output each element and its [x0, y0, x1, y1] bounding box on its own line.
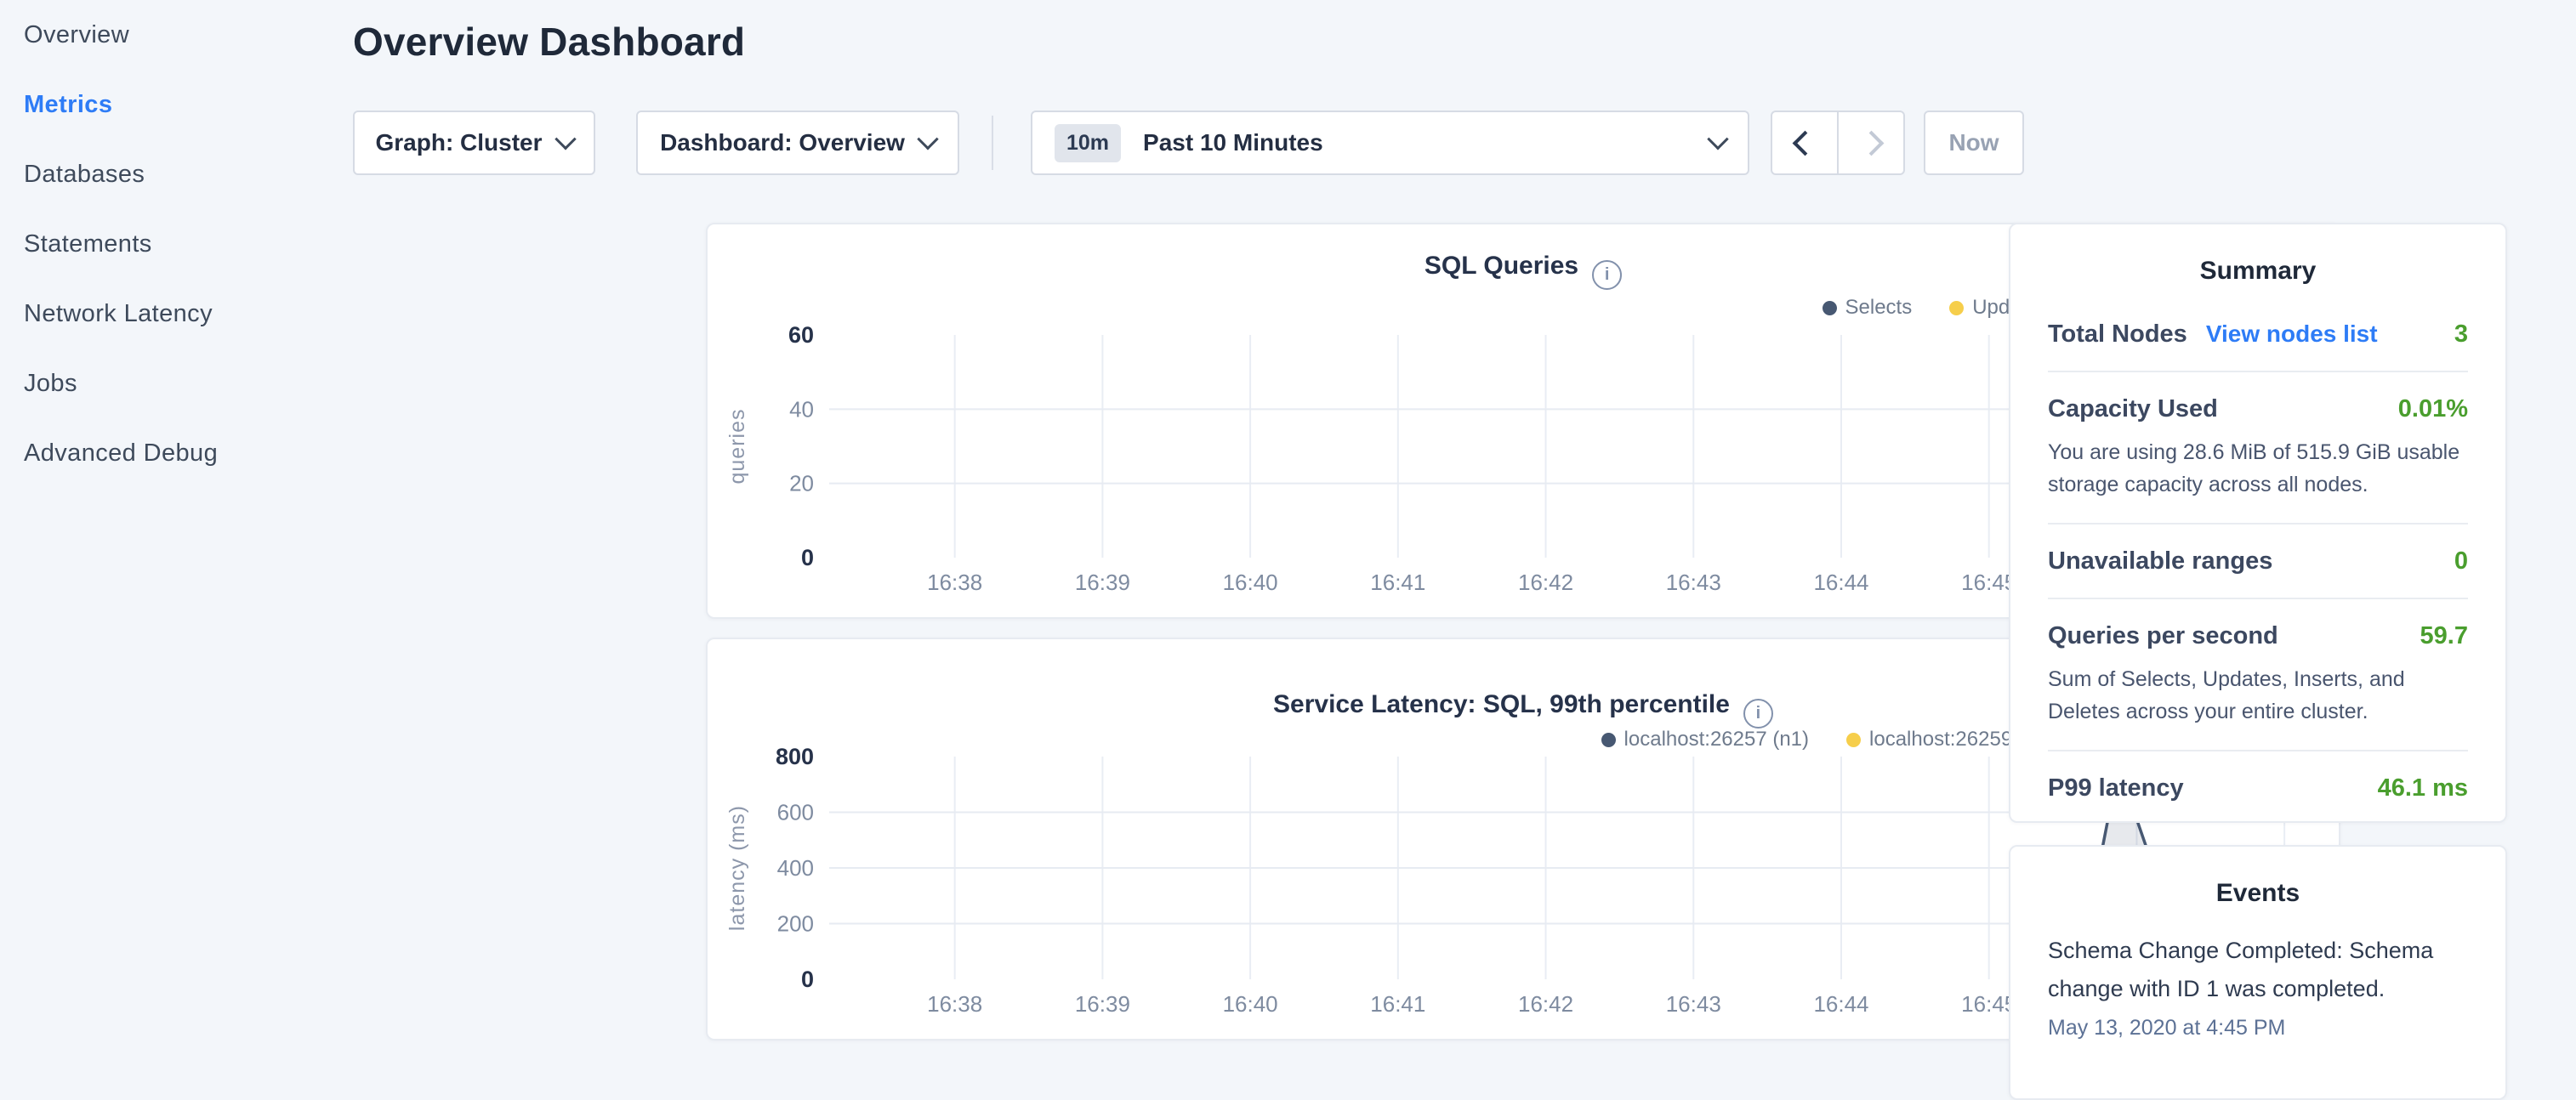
- summary-row: P99 latency 46.1 ms: [2048, 751, 2468, 825]
- legend-dot-icon: [1846, 733, 1861, 747]
- svg-text:16:39: 16:39: [1075, 991, 1130, 1017]
- events-panel: Events Schema Change Completed: Schema c…: [2009, 845, 2507, 1100]
- graph-dropdown-label: Graph: Cluster: [375, 129, 542, 156]
- svg-text:16:44: 16:44: [1813, 991, 1868, 1017]
- sidebar-item-databases[interactable]: Databases: [0, 139, 353, 209]
- legend-dot-icon: [1823, 301, 1837, 315]
- legend-dot-icon: [1949, 301, 1964, 315]
- chart-title-text: Service Latency: SQL, 99th percentile: [1273, 690, 1730, 718]
- svg-text:60: 60: [788, 322, 814, 348]
- svg-text:16:42: 16:42: [1518, 570, 1573, 595]
- summary-row: Unavailable ranges 0: [2048, 524, 2468, 599]
- svg-text:40: 40: [789, 396, 814, 422]
- legend-dot-icon: [1601, 733, 1616, 747]
- summary-row-label: Unavailable ranges: [2048, 547, 2272, 576]
- svg-text:16:42: 16:42: [1518, 991, 1573, 1017]
- summary-row-head: Capacity Used 0.01%: [2048, 395, 2468, 423]
- summary-row-value: 0.01%: [2398, 395, 2468, 423]
- info-icon[interactable]: i: [1743, 699, 1773, 729]
- sidebar: OverviewMetricsDatabasesStatementsNetwor…: [0, 0, 353, 488]
- controls-bar: Graph: Cluster Dashboard: Overview 10m P…: [353, 111, 2024, 175]
- sidebar-item-metrics[interactable]: Metrics: [0, 70, 353, 139]
- summary-row-value: 0: [2454, 547, 2468, 576]
- dashboard-dropdown-label: Dashboard: Overview: [660, 129, 905, 156]
- controls-divider: [992, 116, 993, 170]
- graph-dropdown[interactable]: Graph: Cluster: [353, 111, 595, 175]
- page-title: Overview Dashboard: [353, 19, 1987, 65]
- info-icon[interactable]: i: [1592, 260, 1622, 290]
- legend-item[interactable]: Selects: [1823, 296, 1913, 320]
- event-timestamp: May 13, 2020 at 4:45 PM: [2048, 1016, 2468, 1040]
- summary-row-head: Queries per second 59.7: [2048, 622, 2468, 650]
- svg-text:queries: queries: [725, 409, 749, 485]
- chart-title-text: SQL Queries: [1424, 252, 1578, 280]
- svg-text:16:40: 16:40: [1223, 570, 1278, 595]
- legend-item-label: Selects: [1845, 296, 1913, 320]
- svg-text:400: 400: [777, 855, 814, 881]
- time-range-dropdown[interactable]: 10m Past 10 Minutes: [1031, 111, 1749, 175]
- summary-title: Summary: [2010, 257, 2505, 286]
- svg-text:0: 0: [801, 967, 814, 992]
- summary-row: Queries per second 59.7 Sum of Selects, Up…: [2048, 599, 2468, 751]
- chevron-down-icon: [917, 128, 938, 150]
- dashboard-dropdown[interactable]: Dashboard: Overview: [636, 111, 959, 175]
- svg-text:16:38: 16:38: [927, 991, 982, 1017]
- summary-row-head: P99 latency 46.1 ms: [2048, 774, 2468, 802]
- sidebar-item-overview[interactable]: Overview: [0, 0, 353, 70]
- view-nodes-link[interactable]: View nodes list: [2206, 320, 2378, 348]
- svg-text:16:39: 16:39: [1075, 570, 1130, 595]
- summary-rows: Total Nodes View nodes list 3 Capacity Used…: [2010, 298, 2505, 825]
- legend-item-label: localhost:26257 (n1): [1624, 728, 1809, 751]
- svg-text:0: 0: [801, 545, 814, 570]
- summary-row-label: Capacity Used: [2048, 395, 2218, 423]
- svg-text:16:40: 16:40: [1223, 991, 1278, 1017]
- sidebar-item-jobs[interactable]: Jobs: [0, 349, 353, 418]
- sidebar-item-advanced-debug[interactable]: Advanced Debug: [0, 418, 353, 488]
- summary-row-value: 46.1 ms: [2378, 774, 2468, 802]
- sidebar-item-network-latency[interactable]: Network Latency: [0, 279, 353, 349]
- summary-row-head: Total Nodes View nodes list 3: [2048, 320, 2468, 349]
- svg-text:16:38: 16:38: [927, 570, 982, 595]
- time-range-badge: 10m: [1055, 124, 1121, 162]
- chevron-left-icon: [1792, 130, 1817, 156]
- summary-row-desc: You are using 28.6 MiB of 515.9 GiB usab…: [2048, 437, 2468, 501]
- summary-row-label: Queries per second: [2048, 622, 2278, 650]
- time-step-buttons: [1771, 111, 1905, 175]
- time-step-forward-button[interactable]: [1837, 112, 1903, 173]
- summary-row-label: Total Nodes: [2048, 320, 2187, 349]
- svg-text:200: 200: [777, 911, 814, 937]
- summary-row: Capacity Used 0.01% You are using 28.6 MiB…: [2048, 372, 2468, 524]
- summary-panel: Summary Total Nodes View nodes list 3 Capac…: [2009, 223, 2507, 823]
- svg-text:16:43: 16:43: [1666, 991, 1721, 1017]
- legend-item[interactable]: localhost:26257 (n1): [1601, 728, 1809, 751]
- chevron-down-icon: [554, 128, 576, 150]
- summary-row-desc: Sum of Selects, Updates, Inserts, and De…: [2048, 664, 2468, 728]
- time-range-label: Past 10 Minutes: [1143, 129, 1323, 156]
- svg-text:16:44: 16:44: [1813, 570, 1868, 595]
- chevron-right-icon: [1858, 130, 1884, 156]
- events-title: Events: [2010, 879, 2505, 908]
- svg-text:800: 800: [776, 744, 814, 769]
- svg-text:16:41: 16:41: [1370, 991, 1425, 1017]
- events-list: Schema Change Completed: Schema change w…: [2010, 932, 2505, 1040]
- svg-text:16:41: 16:41: [1370, 570, 1425, 595]
- summary-row-label: P99 latency: [2048, 774, 2184, 802]
- svg-text:16:43: 16:43: [1666, 570, 1721, 595]
- svg-text:20: 20: [789, 471, 814, 496]
- time-step-back-button[interactable]: [1772, 112, 1837, 173]
- svg-text:600: 600: [777, 800, 814, 825]
- summary-row: Total Nodes View nodes list 3: [2048, 298, 2468, 372]
- summary-row-head: Unavailable ranges 0: [2048, 547, 2468, 576]
- sidebar-item-statements[interactable]: Statements: [0, 209, 353, 279]
- summary-row-value: 3: [2454, 320, 2468, 349]
- chevron-down-icon: [1707, 128, 1728, 150]
- svg-text:latency (ms): latency (ms): [725, 805, 749, 931]
- event-item[interactable]: Schema Change Completed: Schema change w…: [2048, 932, 2468, 1040]
- event-text: Schema Change Completed: Schema change w…: [2048, 932, 2468, 1007]
- now-button[interactable]: Now: [1924, 111, 2024, 175]
- summary-row-value: 59.7: [2420, 622, 2468, 650]
- main-content: Overview Dashboard Graph: Cluster Dashbo…: [353, 0, 1987, 65]
